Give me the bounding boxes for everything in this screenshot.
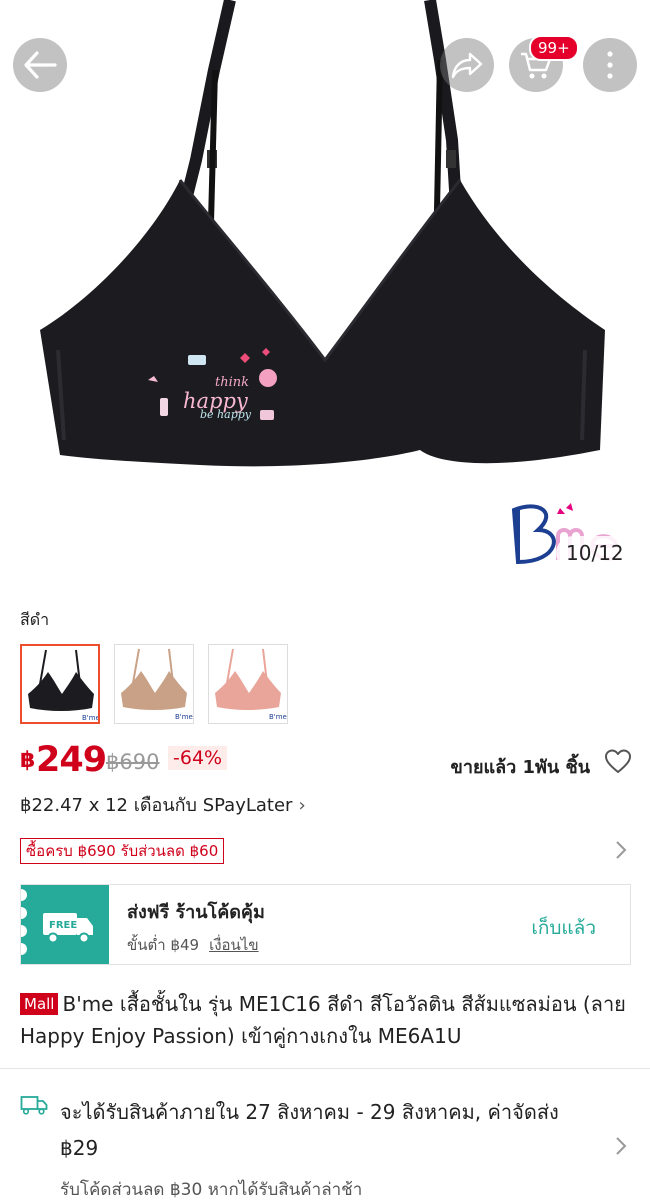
price-row: ฿ 249 ฿690 -64% ขายแล้ว 1พัน ชิ้น [20, 740, 632, 784]
swatch-black[interactable]: B'me [20, 644, 100, 724]
arrow-left-icon [24, 51, 57, 79]
more-options-button[interactable] [583, 38, 637, 92]
installment-text: ฿22.47 x 12 เดือนกับ SPayLater [20, 795, 293, 816]
delivery-estimate[interactable]: จะได้รับสินค้าภายใน 27 สิงหาคม - 29 สิงห… [60, 1094, 600, 1166]
delivery-truck-icon [20, 1096, 48, 1115]
share-button[interactable] [440, 38, 494, 92]
cart-button[interactable]: 99+ [509, 35, 579, 92]
current-price: 249 [36, 740, 107, 780]
swatch-black-thumbnail: B'me [28, 649, 100, 722]
chevron-right-icon[interactable] [614, 1134, 628, 1158]
cart-count-badge: 99+ [529, 35, 579, 61]
discount-badge: -64% [168, 746, 228, 770]
original-price: ฿690 [106, 750, 160, 774]
color-swatches: B'me B'me B'me [20, 644, 288, 724]
swatch-salmon[interactable]: B'me [208, 644, 288, 724]
free-badge-text: FREE [49, 920, 77, 931]
svg-text:B'me: B'me [82, 714, 100, 722]
voucher-min-spend: ขั้นต่ำ ฿49 [127, 936, 200, 954]
installment-link[interactable]: ฿22.47 x 12 เดือนกับ SPayLater › [20, 790, 306, 819]
free-shipping-badge: FREE [21, 885, 109, 964]
voucher-conditions-link[interactable]: เงื่อนไข [209, 936, 259, 954]
mall-badge: Mall [20, 993, 59, 1015]
svg-text:B'me: B'me [175, 713, 193, 721]
shipping-voucher[interactable]: FREE ส่งฟรี ร้านโค้ดคุ้ม ขั้นต่ำ ฿49 เงื่… [20, 884, 631, 965]
selected-color-label: สีดำ [20, 610, 50, 629]
heart-icon[interactable] [604, 748, 632, 776]
image-counter: 10/12 [556, 536, 634, 570]
swatch-beige[interactable]: B'me [114, 644, 194, 724]
voucher-claimed-button[interactable]: เก็บแล้ว [531, 913, 596, 943]
sold-count: ขายแล้ว 1พัน ชิ้น [450, 757, 590, 778]
voucher-title: ส่งฟรี ร้านโค้ดคุ้ม [127, 902, 265, 923]
swatch-salmon-thumbnail: B'me [215, 648, 287, 721]
chevron-right-icon[interactable] [614, 838, 628, 862]
print-line-be-happy: be happy [200, 408, 252, 421]
svg-text:B'me: B'me [269, 713, 287, 721]
print-line-think: think [215, 375, 249, 390]
late-delivery-voucher-note: รับโค้ดส่วนลด ฿30 หากได้รับสินค้าล่าช้า [60, 1180, 363, 1200]
divider [0, 1068, 650, 1069]
back-button[interactable] [13, 38, 67, 92]
price-currency: ฿ [20, 748, 36, 773]
truck-icon: FREE [43, 913, 93, 944]
product-title: B'me เสื้อชั้นใน รุ่น ME1C16 สีดำ สีโอวั… [20, 992, 626, 1048]
product-image-gallery[interactable]: think happy be happy 99+ 10/12 [0, 0, 650, 597]
chevron-right-icon: › [298, 795, 306, 816]
promo-tag[interactable]: ซื้อครบ ฿690 รับส่วนลด ฿60 [20, 838, 225, 864]
more-vertical-icon [607, 51, 613, 79]
voucher-subtitle: ขั้นต่ำ ฿49 เงื่อนไข [127, 933, 259, 957]
share-icon [451, 52, 483, 79]
swatch-beige-thumbnail: B'me [121, 648, 193, 721]
product-title-block: Mall B'me เสื้อชั้นใน รุ่น ME1C16 สีดำ สี… [20, 988, 634, 1052]
